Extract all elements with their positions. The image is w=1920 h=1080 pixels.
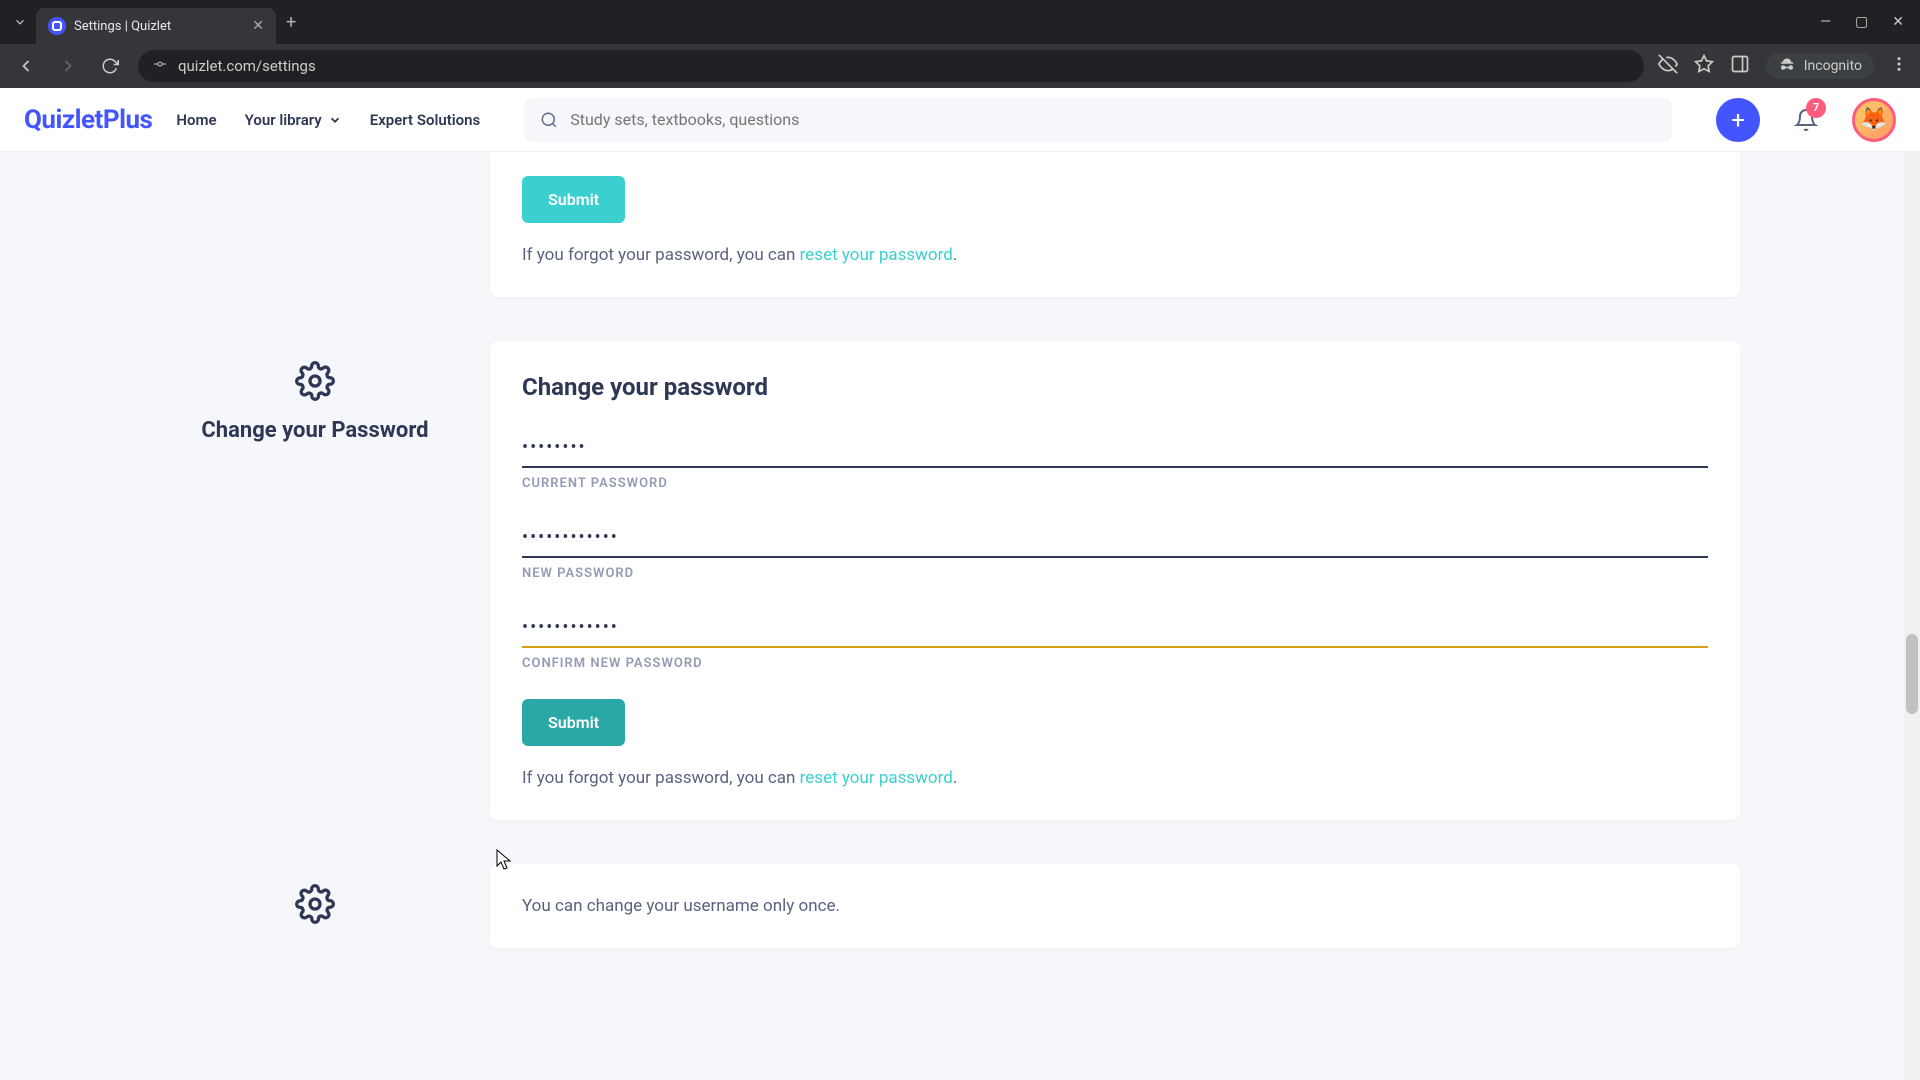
change-username-section: You can change your username only once. — [180, 864, 1740, 948]
browser-tab-strip: Settings | Quizlet ✕ + — ▢ ✕ — [0, 0, 1920, 44]
scrollbar-thumb[interactable] — [1906, 634, 1918, 714]
tab-search-dropdown[interactable] — [8, 10, 32, 34]
username-hint: You can change your username only once. — [522, 896, 1708, 916]
maximize-button[interactable]: ▢ — [1855, 14, 1868, 30]
gear-icon — [180, 361, 450, 401]
window-controls: — ▢ ✕ — [1820, 14, 1912, 30]
side-panel-icon[interactable] — [1730, 54, 1750, 78]
new-password-label: NEW PASSWORD — [522, 566, 1708, 581]
back-button[interactable] — [12, 52, 40, 80]
address-bar[interactable]: quizlet.com/settings — [138, 50, 1644, 82]
confirm-password-input[interactable] — [522, 609, 1708, 648]
new-tab-button[interactable]: + — [286, 12, 296, 33]
previous-section-card: Submit If you forgot your password, you … — [490, 152, 1740, 297]
change-username-card: You can change your username only once. — [490, 864, 1740, 948]
minimize-button[interactable]: — — [1820, 14, 1831, 30]
submit-button[interactable]: Submit — [522, 176, 625, 223]
browser-tab[interactable]: Settings | Quizlet ✕ — [36, 8, 276, 44]
site-header: QuizletPlus Home Your library Expert Sol… — [0, 88, 1920, 152]
forward-button[interactable] — [54, 52, 82, 80]
create-button[interactable]: + — [1716, 98, 1760, 142]
tab-title: Settings | Quizlet — [74, 19, 244, 34]
close-window-button[interactable]: ✕ — [1892, 14, 1904, 30]
change-password-section: Change your Password Change your passwor… — [180, 341, 1740, 820]
change-password-card: Change your password CURRENT PASSWORD NE… — [490, 341, 1740, 820]
new-password-input[interactable] — [522, 519, 1708, 558]
forgot-password-text: If you forgot your password, you can res… — [522, 245, 1708, 265]
search-icon — [540, 111, 558, 129]
forgot-password-text: If you forgot your password, you can res… — [522, 768, 1708, 788]
reload-button[interactable] — [96, 52, 124, 80]
quizlet-logo[interactable]: QuizletPlus — [24, 105, 152, 135]
page-viewport: QuizletPlus Home Your library Expert Sol… — [0, 88, 1920, 1080]
search-bar[interactable] — [524, 98, 1672, 142]
incognito-badge[interactable]: Incognito — [1766, 53, 1874, 79]
submit-password-button[interactable]: Submit — [522, 699, 625, 746]
nav-expert-solutions[interactable]: Expert Solutions — [370, 111, 481, 129]
user-avatar[interactable]: 🦊 — [1852, 98, 1896, 142]
section-sidebar-label: Change your Password — [180, 341, 450, 446]
current-password-input[interactable] — [522, 429, 1708, 468]
chrome-menu-icon[interactable] — [1890, 55, 1908, 77]
site-info-icon[interactable] — [152, 56, 168, 76]
nav-library[interactable]: Your library — [245, 111, 342, 129]
notifications-button[interactable]: 7 — [1784, 98, 1828, 142]
bookmark-star-icon[interactable] — [1694, 54, 1714, 78]
notification-badge: 7 — [1806, 98, 1826, 118]
chevron-down-icon — [328, 113, 342, 127]
current-password-label: CURRENT PASSWORD — [522, 476, 1708, 491]
scrollbar[interactable] — [1904, 88, 1920, 1080]
reset-password-link[interactable]: reset your password — [800, 768, 953, 788]
search-input[interactable] — [570, 110, 1656, 129]
url-text: quizlet.com/settings — [178, 57, 316, 75]
reset-password-link[interactable]: reset your password — [800, 245, 953, 265]
section-sidebar-label — [180, 864, 450, 940]
browser-toolbar: quizlet.com/settings Incognito — [0, 44, 1920, 88]
confirm-password-label: CONFIRM NEW PASSWORD — [522, 656, 1708, 671]
nav-home[interactable]: Home — [176, 111, 216, 129]
eye-off-icon[interactable] — [1658, 54, 1678, 78]
gear-icon — [180, 884, 450, 924]
close-tab-icon[interactable]: ✕ — [252, 18, 264, 34]
card-title: Change your password — [522, 373, 1708, 401]
quizlet-favicon — [48, 17, 66, 35]
section-title-sidebar: Change your Password — [180, 417, 450, 446]
